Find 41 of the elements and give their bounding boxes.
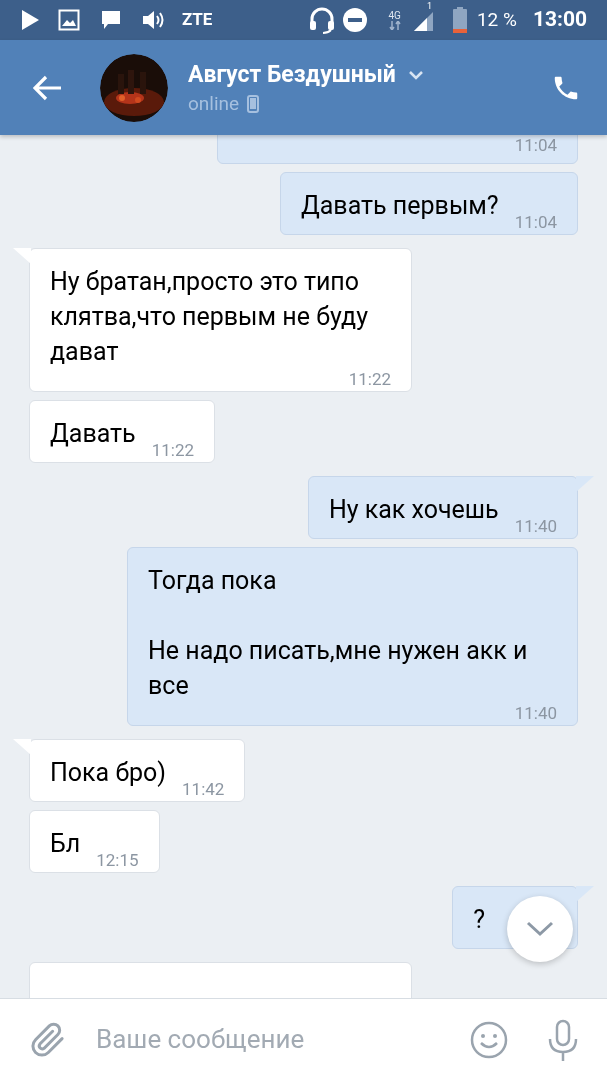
chevron-down-icon: [407, 69, 424, 80]
carrier-label: ZTE: [182, 8, 213, 32]
message-time: 12:15: [96, 850, 139, 870]
message-time: 11:42: [182, 779, 225, 799]
message-time: 11:04: [514, 135, 557, 155]
do-not-disturb-icon: [342, 7, 369, 33]
composer-bar[interactable]: Ваше сообщение: [0, 998, 607, 1080]
message-text: Пока бро): [50, 757, 167, 789]
smiley-icon: [470, 1020, 508, 1059]
message-time: 11:04: [514, 212, 557, 232]
message-text: Ну как хочешь: [328, 494, 499, 526]
emoji-button[interactable]: [469, 1019, 509, 1060]
message-time: 11:40: [514, 703, 557, 723]
contact-name[interactable]: Август Бездушный: [188, 59, 396, 90]
data-arrows-icon: [388, 20, 401, 30]
battery-icon: [452, 7, 467, 33]
chevron-down-icon: [526, 921, 554, 937]
message-text: Давать первым?: [300, 190, 499, 222]
message-input[interactable]: Ваше сообщение: [96, 1020, 469, 1059]
message-text: Бл: [50, 828, 81, 860]
play-icon: [20, 9, 40, 31]
headset-icon: [308, 6, 337, 34]
volume-icon: [142, 9, 166, 31]
phone-device-icon: [247, 94, 260, 113]
message-text: Давать: [50, 418, 136, 450]
network-label: 4G: [388, 10, 401, 21]
message-time: 11:40: [514, 516, 557, 536]
message-icon: [100, 9, 122, 31]
back-arrow-icon: [33, 74, 63, 101]
sim-label: 1: [426, 2, 432, 11]
message-time: 11:22: [348, 369, 391, 389]
clock-label: 13:00: [532, 6, 587, 34]
message-text: ?: [473, 904, 485, 936]
paperclip-icon: [30, 1020, 66, 1059]
message-text: Тогда пока Не надо писать,мне нужен акк и все: [148, 565, 529, 702]
message-text: Ну братан,просто это типо клятва,что первым не буду дават: [50, 266, 370, 368]
image-icon: [58, 9, 80, 31]
online-status: online: [188, 91, 240, 116]
message-time: 11:22: [151, 440, 195, 460]
microphone-icon: [547, 1018, 579, 1061]
battery-label: 12 %: [476, 6, 517, 33]
